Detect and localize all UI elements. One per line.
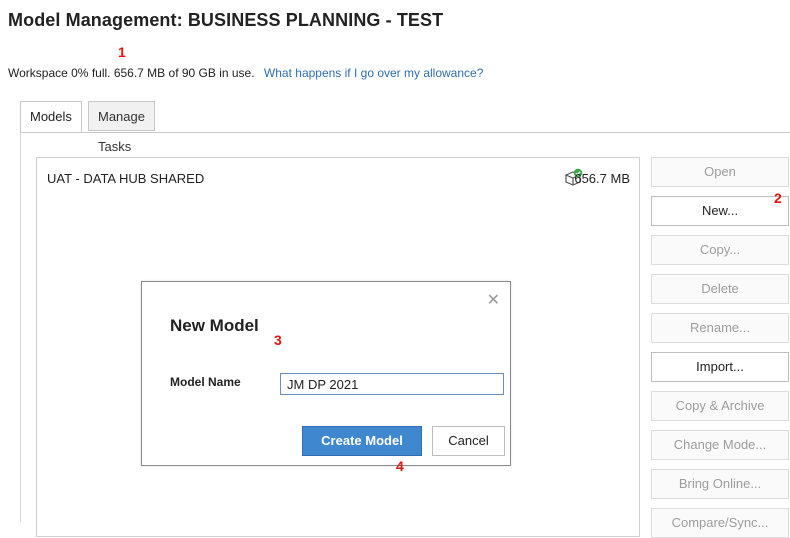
model-name-label: Model Name [170, 375, 241, 389]
annotation-marker-2: 2 [774, 190, 782, 206]
rename-button[interactable]: Rename... [651, 313, 789, 343]
new-button[interactable]: New... [651, 196, 789, 226]
delete-button[interactable]: Delete [651, 274, 789, 304]
annotation-marker-3: 3 [274, 332, 282, 348]
model-name-input[interactable] [280, 373, 504, 395]
page-title: Model Management: BUSINESS PLANNING - TE… [8, 10, 444, 30]
tab-models[interactable]: Models [20, 101, 82, 133]
bring-online-button[interactable]: Bring Online... [651, 469, 789, 499]
close-icon[interactable]: ✕ [487, 290, 500, 310]
allowance-help-link[interactable]: What happens if I go over my allowance? [264, 66, 483, 80]
copy-archive-button[interactable]: Copy & Archive [651, 391, 789, 421]
panel-border [20, 133, 21, 522]
create-model-button[interactable]: Create Model [302, 426, 422, 456]
tab-divider [20, 132, 790, 133]
new-model-dialog: ✕ New Model Model Name Create Model Canc… [141, 281, 511, 466]
open-button[interactable]: Open [651, 157, 789, 187]
model-name: UAT - DATA HUB SHARED [47, 171, 205, 186]
annotation-marker-4: 4 [396, 458, 404, 474]
compare-sync-button[interactable]: Compare/Sync... [651, 508, 789, 538]
change-mode-button[interactable]: Change Mode... [651, 430, 789, 460]
model-row[interactable]: UAT - DATA HUB SHARED 656.7 MB [37, 158, 639, 198]
dialog-title: New Model [170, 316, 259, 335]
annotation-marker-1: 1 [118, 44, 126, 60]
workspace-usage-text: Workspace 0% full. 656.7 MB of 90 GB in … [8, 66, 255, 80]
tab-manage-tasks[interactable]: Manage Tasks [88, 101, 155, 154]
import-button[interactable]: Import... [651, 352, 789, 382]
copy-button[interactable]: Copy... [651, 235, 789, 265]
workspace-usage: Workspace 0% full. 656.7 MB of 90 GB in … [8, 66, 483, 80]
model-size: 656.7 MB [574, 171, 630, 186]
cancel-button[interactable]: Cancel [432, 426, 505, 456]
